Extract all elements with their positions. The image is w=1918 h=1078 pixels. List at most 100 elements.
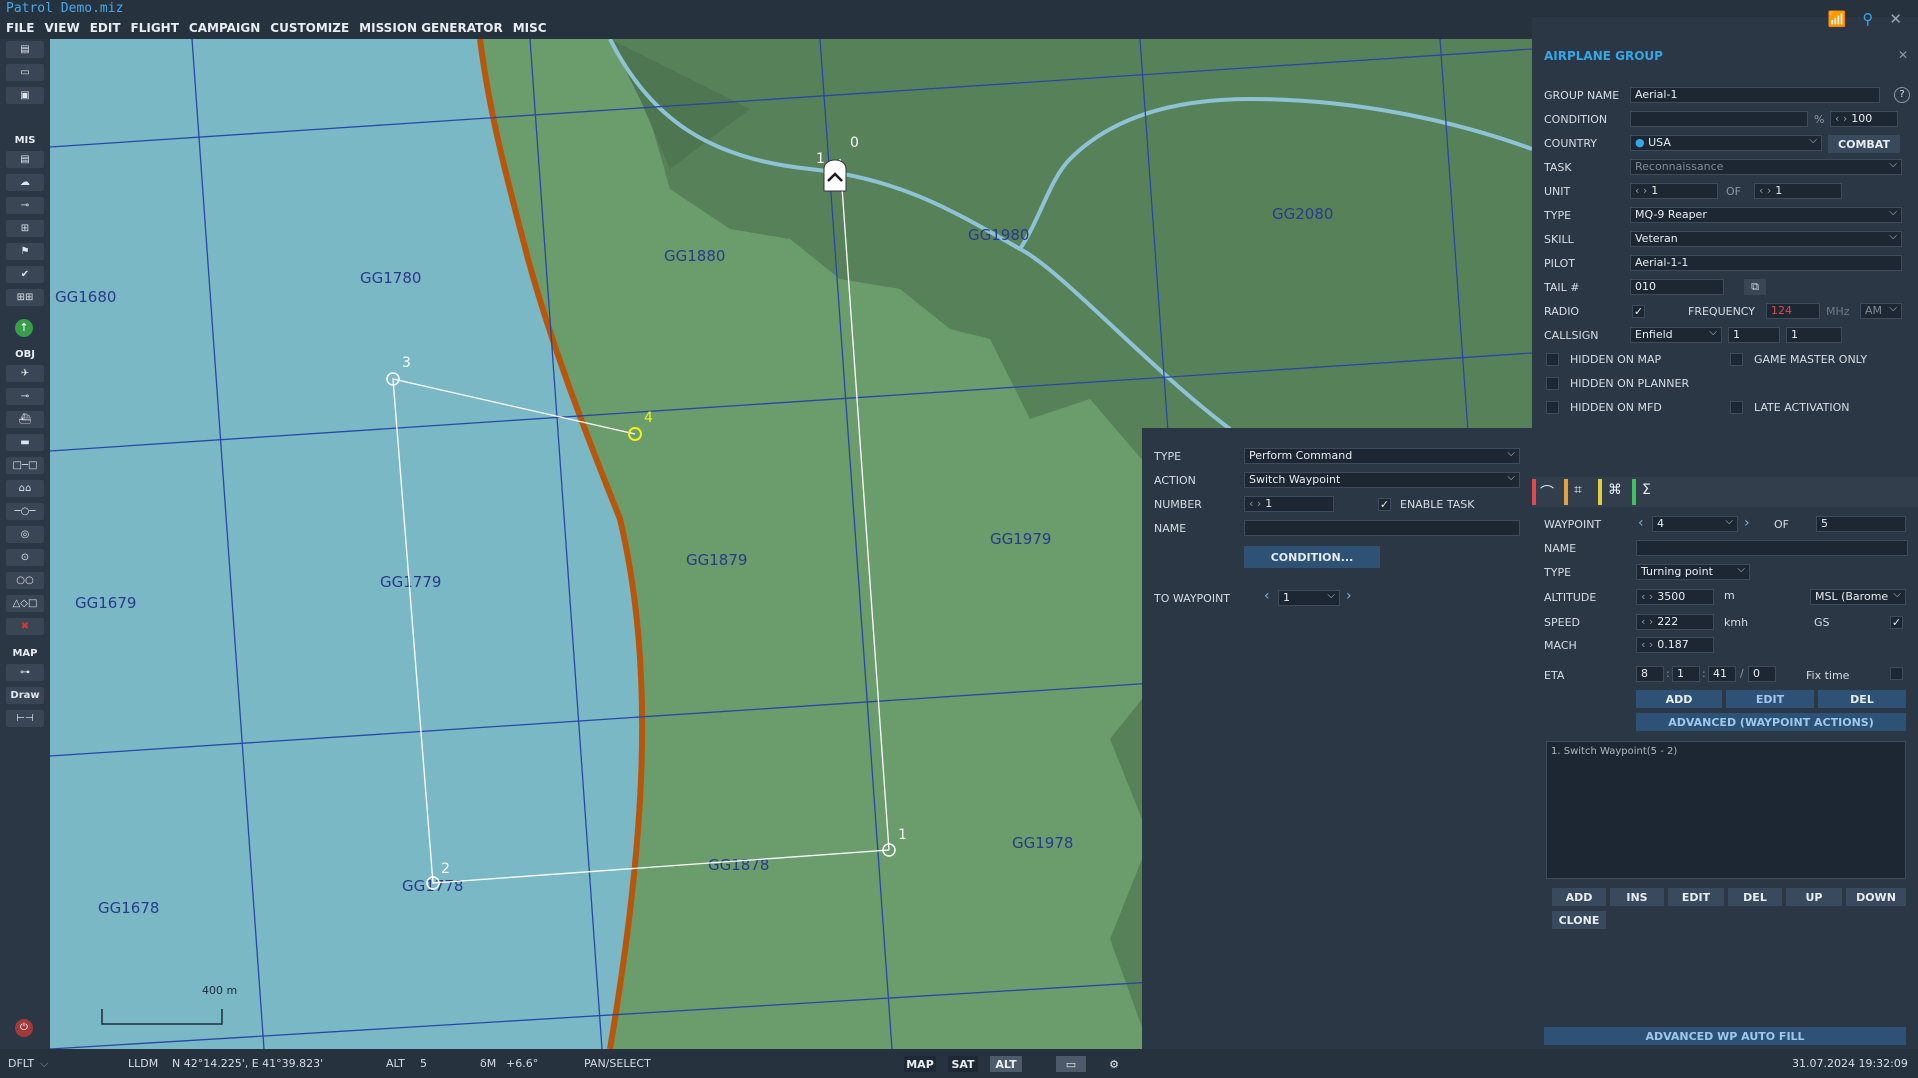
vehicle-icon[interactable]: ▬ <box>6 434 44 451</box>
triggered-actions-tab-icon[interactable]: ⌗ <box>1574 482 1582 498</box>
waypoint-del-button[interactable]: DEL <box>1818 690 1906 708</box>
ruler-icon[interactable]: ⊢⊣ <box>6 710 44 727</box>
modulation-select[interactable]: AM <box>1860 303 1902 319</box>
altitude-stepper[interactable]: ‹ › 3500 <box>1636 589 1714 605</box>
combat-button[interactable]: COMBAT <box>1828 135 1900 153</box>
airplane-icon[interactable]: ✈ <box>6 365 44 382</box>
static-icon[interactable]: □─□ <box>6 457 44 474</box>
waypoint-type-select[interactable]: Turning point <box>1636 564 1750 580</box>
menu-misc[interactable]: MISC <box>513 21 547 35</box>
helicopter-icon[interactable]: ⊸ <box>6 388 44 405</box>
task-number-stepper[interactable]: ‹ › 1 <box>1244 496 1334 512</box>
briefing-icon[interactable]: ▤ <box>6 151 44 168</box>
altitude-view-button[interactable]: ALT <box>990 1056 1022 1072</box>
menu-mission-generator[interactable]: MISSION GENERATOR <box>359 21 503 35</box>
hidden-on-planner-checkbox[interactable] <box>1546 377 1559 390</box>
callsign-number-2[interactable]: 1 <box>1786 327 1842 343</box>
radio-checkbox[interactable]: ✓ <box>1632 305 1645 318</box>
altitude-reference-select[interactable]: MSL (Barome <box>1810 589 1906 605</box>
waypoint-select[interactable]: 4 <box>1652 516 1738 532</box>
pilot-input[interactable]: Aerial-1-1 <box>1630 255 1902 271</box>
weather-icon[interactable]: ☁ <box>6 174 44 191</box>
menu-campaign[interactable]: CAMPAIGN <box>189 21 260 35</box>
waypoint-add-button[interactable]: ADD <box>1636 690 1722 708</box>
save-icon[interactable]: ▣ <box>6 87 44 104</box>
ship-icon[interactable]: ⛴ <box>6 411 44 428</box>
game-master-checkbox[interactable] <box>1730 353 1743 366</box>
callsign-select[interactable]: Enfield <box>1630 327 1722 343</box>
menu-customize[interactable]: CUSTOMIZE <box>270 21 349 35</box>
speed-stepper[interactable]: ‹ › 222 <box>1636 614 1714 630</box>
condition-button[interactable]: CONDITION... <box>1244 546 1380 568</box>
hidden-on-map-checkbox[interactable] <box>1546 353 1559 366</box>
settings-gear-icon[interactable]: ⚙ <box>1104 1056 1124 1072</box>
to-waypoint-next-icon[interactable]: › <box>1346 588 1352 604</box>
to-waypoint-select[interactable]: 1 <box>1278 590 1340 606</box>
eta-second-input[interactable]: 0 <box>1748 666 1776 682</box>
help-icon[interactable]: ? <box>1894 87 1910 103</box>
panel-close-icon[interactable]: ✕ <box>1898 48 1908 62</box>
unit-total-stepper[interactable]: ‹ › 1 <box>1754 183 1842 199</box>
frequency-input[interactable]: 124 <box>1766 303 1820 319</box>
payload-tab-icon[interactable]: ⌘ <box>1608 482 1622 498</box>
advanced-waypoint-actions-button[interactable]: ADVANCED (WAYPOINT ACTIONS) <box>1636 713 1906 731</box>
route-tab-icon[interactable]: ⌒ <box>1540 482 1554 502</box>
callsign-number-1[interactable]: 1 <box>1728 327 1780 343</box>
eta-day-input[interactable]: 8 <box>1636 666 1664 682</box>
fix-time-checkbox[interactable] <box>1890 667 1903 680</box>
late-activation-checkbox[interactable] <box>1730 401 1743 414</box>
waypoint-next-icon[interactable]: › <box>1744 515 1750 531</box>
target-icon[interactable]: ◎ <box>6 526 44 543</box>
shapes-icon[interactable]: △◇□ <box>6 595 44 612</box>
group-name-input[interactable]: Aerial-1 <box>1630 87 1880 103</box>
enable-task-checkbox[interactable]: ✓ <box>1378 498 1391 511</box>
coalition-icon[interactable]: ⊞ <box>6 220 44 237</box>
train-icon[interactable]: ⌂⌂ <box>6 480 44 497</box>
draw-button[interactable]: Draw <box>6 687 44 704</box>
flag-icon[interactable]: ⚑ <box>6 243 44 260</box>
task-type-select[interactable]: Perform Command <box>1244 448 1520 464</box>
action-add-button[interactable]: ADD <box>1552 888 1606 906</box>
aircraft-type-select[interactable]: MQ-9 Reaper <box>1630 207 1902 223</box>
copy-icon[interactable]: ⧉ <box>1744 279 1766 295</box>
unit-stepper[interactable]: ‹ › 1 <box>1630 183 1718 199</box>
map-view-button[interactable]: MAP <box>904 1056 936 1072</box>
summary-tab-icon[interactable]: Σ <box>1642 482 1651 498</box>
action-edit-button[interactable]: EDIT <box>1668 888 1724 906</box>
menu-view[interactable]: VIEW <box>45 21 80 35</box>
waypoint-edit-button[interactable]: EDIT <box>1726 690 1814 708</box>
groups-icon[interactable]: ⊞⊞ <box>6 289 44 306</box>
action-up-button[interactable]: UP <box>1786 888 1842 906</box>
exit-icon[interactable]: ⏻ <box>15 1019 33 1037</box>
up-arrow-icon[interactable]: ↑ <box>15 319 33 337</box>
mach-stepper[interactable]: ‹ › 0.187 <box>1636 637 1714 653</box>
coordinate-mode[interactable]: LLDM <box>128 1057 158 1070</box>
static-object-icon[interactable]: ─○─ <box>6 503 44 520</box>
profile-select[interactable]: DFLT <box>8 1057 34 1070</box>
delete-icon[interactable]: ✖ <box>6 618 44 635</box>
action-down-button[interactable]: DOWN <box>1846 888 1906 906</box>
check-icon[interactable]: ✔ <box>6 266 44 283</box>
condition-input[interactable] <box>1630 111 1808 127</box>
new-mission-icon[interactable]: ▤ <box>6 41 44 58</box>
template-icon[interactable]: ○○ <box>6 572 44 589</box>
waypoint-prev-icon[interactable]: ‹ <box>1638 515 1644 531</box>
trigger-icon[interactable]: ⊸ <box>6 197 44 214</box>
map-tool-icon[interactable]: ⊶ <box>6 664 44 681</box>
hidden-on-mfd-checkbox[interactable] <box>1546 401 1559 414</box>
action-list-item[interactable]: 1. Switch Waypoint(5 - 2) <box>1551 746 1677 757</box>
action-clone-button[interactable]: CLONE <box>1552 911 1606 929</box>
satellite-view-button[interactable]: SAT <box>948 1056 978 1072</box>
to-waypoint-prev-icon[interactable]: ‹ <box>1264 588 1270 604</box>
task-action-select[interactable]: Switch Waypoint <box>1244 472 1520 488</box>
eta-minute-input[interactable]: 41 <box>1708 666 1736 682</box>
advanced-wp-auto-fill-button[interactable]: ADVANCED WP AUTO FILL <box>1544 1027 1906 1045</box>
eta-hour-input[interactable]: 1 <box>1672 666 1700 682</box>
open-folder-icon[interactable]: ▭ <box>6 64 44 81</box>
menu-file[interactable]: FILE <box>6 21 35 35</box>
skill-select[interactable]: Veteran <box>1630 231 1902 247</box>
country-select[interactable]: ● USA <box>1630 135 1822 151</box>
profile-dropdown-icon[interactable]: ⌵ <box>40 1057 48 1071</box>
zone-icon[interactable]: ⊙ <box>6 549 44 566</box>
menu-edit[interactable]: EDIT <box>90 21 121 35</box>
